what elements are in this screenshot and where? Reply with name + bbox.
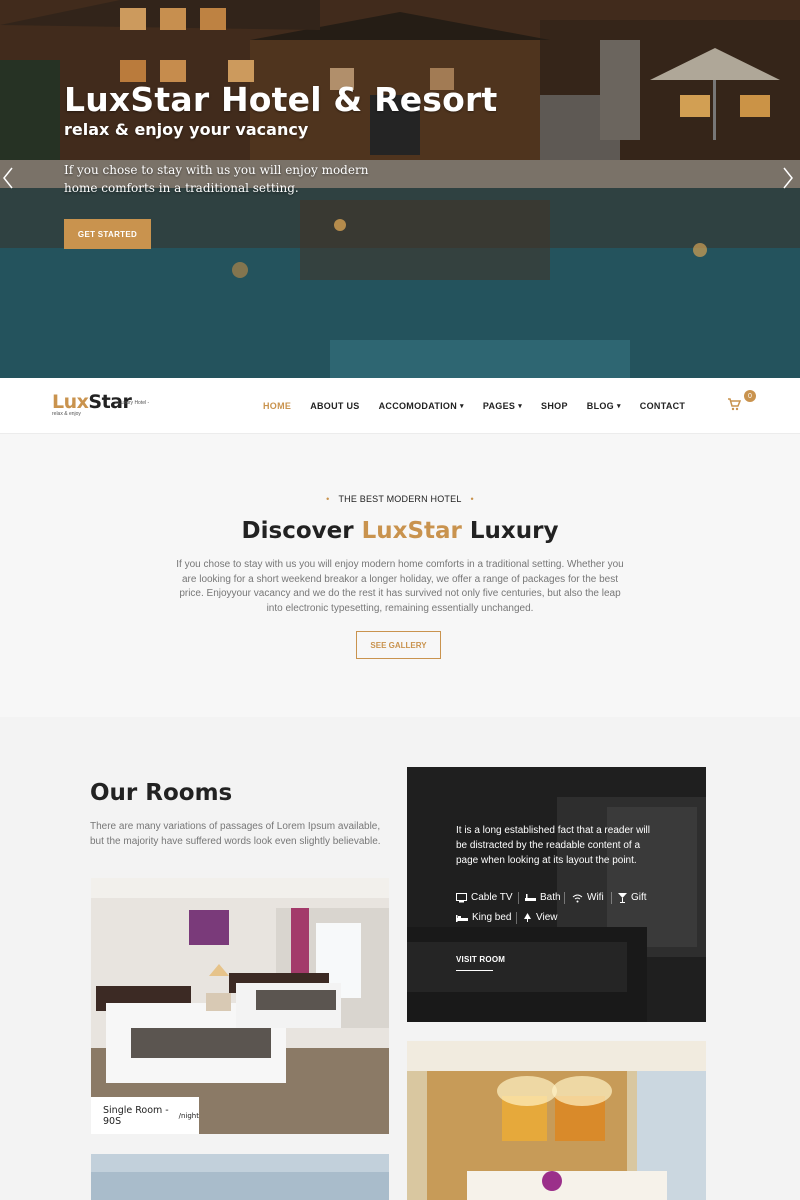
hero-description: If you chose to stay with us you will en… — [64, 163, 369, 195]
about-title-after: Luxury — [461, 518, 559, 544]
bath-icon — [525, 893, 536, 901]
amenity-gift-label: Gift — [631, 892, 647, 903]
cart-count-badge: 0 — [744, 390, 756, 402]
nav-blog[interactable]: BLOG ▾ — [587, 401, 621, 411]
nav-accomodation-label: ACCOMODATION — [378, 401, 458, 411]
bed-icon — [456, 914, 468, 922]
amenity-divider — [516, 912, 517, 924]
amenity-divider — [611, 892, 612, 904]
amenity-wifi-label: Wifi — [587, 892, 604, 903]
price-per-night: /night — [178, 1111, 199, 1120]
single-room-image — [91, 878, 389, 1134]
dot-icon: • — [470, 494, 474, 504]
about-title: Discover LuxStar Luxury — [0, 518, 800, 544]
nav-accomodation[interactable]: ACCOMODATION ▾ — [379, 401, 464, 411]
get-started-button[interactable]: GET STARTED — [64, 219, 151, 249]
about-title-accent: LuxStar — [361, 518, 462, 544]
chevron-right-icon — [783, 167, 793, 189]
chevron-left-icon — [3, 167, 13, 189]
nav-contact[interactable]: CONTACT — [640, 401, 685, 411]
rooms-description: There are many variations of passages of… — [90, 821, 381, 847]
featured-room-description: It is a long established fact that a rea… — [456, 825, 650, 866]
amenity-bath: Bath — [525, 892, 561, 903]
site-logo[interactable]: LuxStar - Luxury Hotel - relax & enjoy — [52, 391, 149, 417]
nav-about-us[interactable]: ABOUT US — [310, 401, 359, 411]
visit-room-link[interactable]: VISIT ROOM — [456, 955, 505, 964]
nav-pages-label: PAGES — [482, 401, 516, 411]
nav-home[interactable]: HOME — [263, 401, 291, 411]
room-card-single[interactable] — [91, 878, 389, 1134]
chevron-down-icon: ▾ — [518, 403, 523, 410]
logo-tagline: - Luxury Hotel - — [115, 400, 150, 406]
room-card-partial[interactable] — [91, 1154, 389, 1200]
nav-blog-label: BLOG — [586, 401, 614, 411]
amenity-king-bed-label: King bed — [472, 912, 512, 923]
amenity-gift: Gift — [618, 892, 647, 903]
rooms-title: Our Rooms — [90, 780, 233, 806]
amenity-king-bed: King bed — [456, 912, 511, 923]
gift-icon — [618, 892, 627, 903]
about-eyebrow: • THE BEST MODERN HOTEL • — [0, 494, 800, 504]
nav-pages[interactable]: PAGES ▾ — [483, 401, 522, 411]
tv-icon — [456, 892, 467, 902]
amenity-cable-tv: Cable TV — [456, 892, 513, 903]
eyebrow-label: THE BEST MODERN HOTEL — [338, 494, 462, 504]
amenity-divider — [564, 892, 565, 904]
prev-slide-arrow[interactable] — [2, 166, 16, 190]
amenity-divider — [518, 892, 519, 904]
logo-lux: Lux — [52, 391, 89, 413]
nav-about-label: ABOUT US — [310, 401, 360, 411]
next-slide-arrow[interactable] — [782, 166, 796, 190]
view-icon — [524, 912, 531, 922]
dot-icon: • — [326, 494, 330, 504]
nav-home-label: HOME — [263, 401, 292, 411]
amenity-bath-label: Bath — [540, 892, 561, 903]
hero-subtitle: relax & enjoy your vacancy — [64, 120, 309, 139]
visit-room-underline — [456, 970, 493, 971]
amenity-wifi: Wifi — [572, 892, 604, 903]
amenity-cable-tv-label: Cable TV — [471, 892, 513, 903]
nav-shop-label: SHOP — [541, 401, 568, 411]
see-gallery-button[interactable]: SEE GALLERY — [356, 631, 441, 659]
logo-sub: relax & enjoy — [52, 411, 81, 417]
hero-title: LuxStar Hotel & Resort — [64, 80, 498, 119]
amenity-view: View — [523, 912, 558, 923]
about-description: If you chose to stay with us you will en… — [176, 559, 624, 614]
room-card-lounge[interactable] — [407, 1041, 706, 1200]
nav-shop[interactable]: SHOP — [541, 401, 568, 411]
nav-contact-label: CONTACT — [639, 401, 686, 411]
wifi-icon — [572, 894, 583, 902]
single-room-name: Single Room - 90S — [103, 1104, 169, 1127]
amenity-view-label: View — [536, 912, 558, 923]
chevron-down-icon: ▾ — [616, 403, 621, 410]
about-title-before: Discover — [241, 518, 362, 544]
partial-room-image — [91, 1154, 389, 1200]
single-room-price: Single Room - 90S/night — [91, 1097, 199, 1134]
chevron-down-icon: ▾ — [460, 403, 464, 410]
lounge-room-image — [407, 1041, 706, 1200]
cart-icon[interactable] — [727, 397, 742, 411]
main-menu: HOME ABOUT US ACCOMODATION ▾ PAGES ▾ SHOP … — [263, 401, 704, 411]
